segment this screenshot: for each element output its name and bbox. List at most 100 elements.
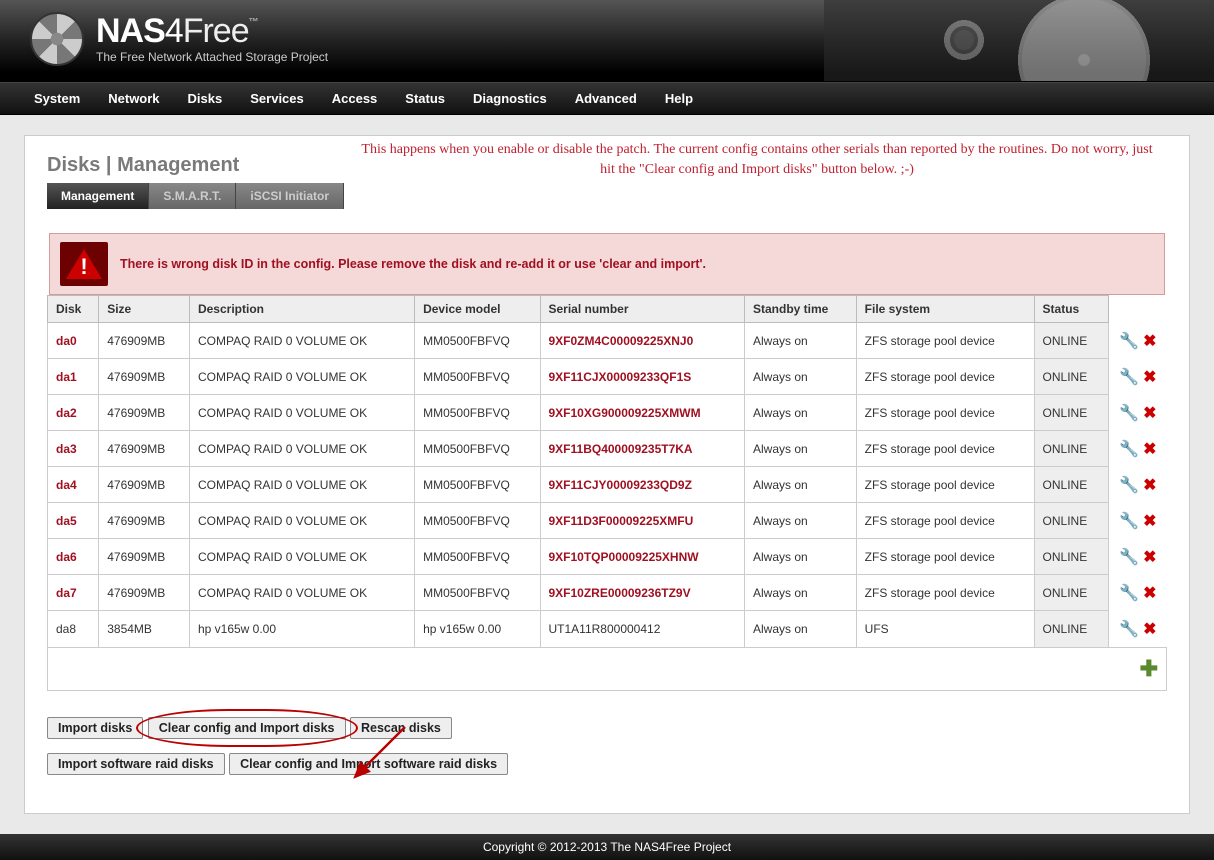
edit-icon[interactable]: 🔧 bbox=[1117, 367, 1141, 387]
menu-access[interactable]: Access bbox=[318, 83, 392, 114]
delete-icon[interactable]: ✖ bbox=[1141, 511, 1158, 531]
table-row: da6476909MBCOMPAQ RAID 0 VOLUME OKMM0500… bbox=[48, 539, 1167, 575]
cell-model: MM0500FBFVQ bbox=[415, 467, 540, 503]
cell-size: 3854MB bbox=[99, 611, 190, 648]
cell-model: hp v165w 0.00 bbox=[415, 611, 540, 648]
menu-network[interactable]: Network bbox=[94, 83, 173, 114]
cell-fs: ZFS storage pool device bbox=[856, 395, 1034, 431]
delete-icon[interactable]: ✖ bbox=[1141, 547, 1158, 567]
delete-icon[interactable]: ✖ bbox=[1141, 331, 1158, 351]
delete-icon[interactable]: ✖ bbox=[1141, 403, 1158, 423]
add-disk-icon[interactable]: ✚ bbox=[1140, 656, 1158, 681]
clear-config-import-disks-button[interactable]: Clear config and Import disks bbox=[148, 717, 346, 739]
tabs: ManagementS.M.A.R.T.iSCSI Initiator bbox=[47, 183, 1167, 209]
col-file-system: File system bbox=[856, 296, 1034, 323]
cell-disk: da4 bbox=[48, 467, 99, 503]
cell-disk: da2 bbox=[48, 395, 99, 431]
cell-standby: Always on bbox=[744, 611, 856, 648]
cell-model: MM0500FBFVQ bbox=[415, 539, 540, 575]
cell-standby: Always on bbox=[744, 323, 856, 359]
cell-serial: 9XF10ZRE00009236TZ9V bbox=[540, 575, 744, 611]
menu-services[interactable]: Services bbox=[236, 83, 318, 114]
disks-table: DiskSizeDescriptionDevice modelSerial nu… bbox=[47, 295, 1167, 691]
delete-icon[interactable]: ✖ bbox=[1141, 367, 1158, 387]
tab-iscsi-initiator[interactable]: iSCSI Initiator bbox=[236, 183, 344, 209]
table-row: da4476909MBCOMPAQ RAID 0 VOLUME OKMM0500… bbox=[48, 467, 1167, 503]
cell-model: MM0500FBFVQ bbox=[415, 359, 540, 395]
menu-help[interactable]: Help bbox=[651, 83, 707, 114]
cell-status: ONLINE bbox=[1034, 503, 1109, 539]
rescan-disks-button[interactable]: Rescan disks bbox=[350, 717, 452, 739]
tab-s-m-a-r-t-[interactable]: S.M.A.R.T. bbox=[149, 183, 236, 209]
table-row: da7476909MBCOMPAQ RAID 0 VOLUME OKMM0500… bbox=[48, 575, 1167, 611]
cell-fs: ZFS storage pool device bbox=[856, 431, 1034, 467]
cell-desc: COMPAQ RAID 0 VOLUME OK bbox=[189, 431, 414, 467]
logo-icon bbox=[30, 12, 84, 66]
cell-desc: COMPAQ RAID 0 VOLUME OK bbox=[189, 359, 414, 395]
menu-diagnostics[interactable]: Diagnostics bbox=[459, 83, 561, 114]
cell-serial: 9XF10TQP00009225XHNW bbox=[540, 539, 744, 575]
cell-standby: Always on bbox=[744, 503, 856, 539]
cell-model: MM0500FBFVQ bbox=[415, 323, 540, 359]
cell-size: 476909MB bbox=[99, 503, 190, 539]
cell-disk: da6 bbox=[48, 539, 99, 575]
table-row: da1476909MBCOMPAQ RAID 0 VOLUME OKMM0500… bbox=[48, 359, 1167, 395]
edit-icon[interactable]: 🔧 bbox=[1117, 331, 1141, 351]
menu-status[interactable]: Status bbox=[391, 83, 459, 114]
delete-icon[interactable]: ✖ bbox=[1141, 439, 1158, 459]
cell-standby: Always on bbox=[744, 539, 856, 575]
cell-desc: COMPAQ RAID 0 VOLUME OK bbox=[189, 503, 414, 539]
table-row: da83854MBhp v165w 0.00hp v165w 0.00UT1A1… bbox=[48, 611, 1167, 648]
menu-disks[interactable]: Disks bbox=[174, 83, 237, 114]
header: NAS4Free™ The Free Network Attached Stor… bbox=[0, 0, 1214, 82]
cell-desc: COMPAQ RAID 0 VOLUME OK bbox=[189, 575, 414, 611]
cell-fs: ZFS storage pool device bbox=[856, 503, 1034, 539]
cell-size: 476909MB bbox=[99, 539, 190, 575]
cell-status: ONLINE bbox=[1034, 575, 1109, 611]
cell-size: 476909MB bbox=[99, 395, 190, 431]
cell-size: 476909MB bbox=[99, 431, 190, 467]
cell-serial: 9XF11CJX00009233QF1S bbox=[540, 359, 744, 395]
cell-desc: COMPAQ RAID 0 VOLUME OK bbox=[189, 467, 414, 503]
cell-fs: UFS bbox=[856, 611, 1034, 648]
edit-icon[interactable]: 🔧 bbox=[1117, 475, 1141, 495]
hdd-decor-image bbox=[824, 0, 1214, 82]
cell-serial: 9XF0ZM4C00009225XNJ0 bbox=[540, 323, 744, 359]
cell-disk: da7 bbox=[48, 575, 99, 611]
clear-config-import-software-raid-button[interactable]: Clear config and Import software raid di… bbox=[229, 753, 508, 775]
cell-size: 476909MB bbox=[99, 323, 190, 359]
edit-icon[interactable]: 🔧 bbox=[1117, 619, 1141, 639]
delete-icon[interactable]: ✖ bbox=[1141, 583, 1158, 603]
tab-management[interactable]: Management bbox=[47, 183, 149, 209]
delete-icon[interactable]: ✖ bbox=[1141, 619, 1158, 639]
cell-serial: 9XF11BQ400009235T7KA bbox=[540, 431, 744, 467]
table-row: da0476909MBCOMPAQ RAID 0 VOLUME OKMM0500… bbox=[48, 323, 1167, 359]
edit-icon[interactable]: 🔧 bbox=[1117, 583, 1141, 603]
cell-status: ONLINE bbox=[1034, 539, 1109, 575]
cell-standby: Always on bbox=[744, 467, 856, 503]
edit-icon[interactable]: 🔧 bbox=[1117, 439, 1141, 459]
cell-disk: da3 bbox=[48, 431, 99, 467]
cell-disk: da5 bbox=[48, 503, 99, 539]
cell-desc: COMPAQ RAID 0 VOLUME OK bbox=[189, 395, 414, 431]
import-software-raid-button[interactable]: Import software raid disks bbox=[47, 753, 225, 775]
edit-icon[interactable]: 🔧 bbox=[1117, 403, 1141, 423]
cell-status: ONLINE bbox=[1034, 323, 1109, 359]
cell-desc: hp v165w 0.00 bbox=[189, 611, 414, 648]
cell-model: MM0500FBFVQ bbox=[415, 395, 540, 431]
tagline: The Free Network Attached Storage Projec… bbox=[96, 50, 328, 64]
buttons-area: Import disks Clear config and Import dis… bbox=[47, 717, 1167, 775]
menu-system[interactable]: System bbox=[20, 83, 94, 114]
cell-disk: da0 bbox=[48, 323, 99, 359]
menu-advanced[interactable]: Advanced bbox=[561, 83, 651, 114]
cell-serial: 9XF11D3F00009225XMFU bbox=[540, 503, 744, 539]
edit-icon[interactable]: 🔧 bbox=[1117, 511, 1141, 531]
cell-serial: 9XF11CJY00009233QD9Z bbox=[540, 467, 744, 503]
cell-status: ONLINE bbox=[1034, 359, 1109, 395]
cell-standby: Always on bbox=[744, 359, 856, 395]
table-row: da5476909MBCOMPAQ RAID 0 VOLUME OKMM0500… bbox=[48, 503, 1167, 539]
cell-fs: ZFS storage pool device bbox=[856, 539, 1034, 575]
import-disks-button[interactable]: Import disks bbox=[47, 717, 143, 739]
edit-icon[interactable]: 🔧 bbox=[1117, 547, 1141, 567]
delete-icon[interactable]: ✖ bbox=[1141, 475, 1158, 495]
